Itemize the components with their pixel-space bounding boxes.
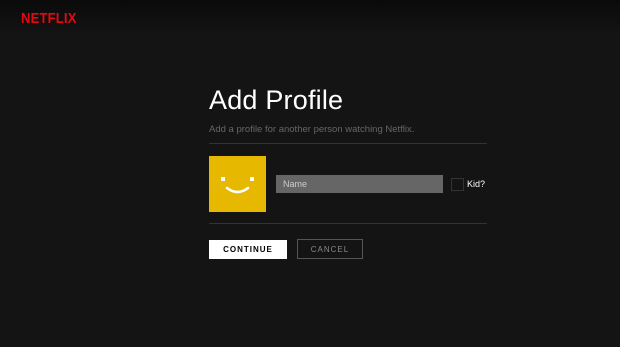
kid-checkbox[interactable]	[451, 177, 464, 191]
netflix-logo[interactable]: NETFLIX	[21, 9, 77, 26]
page-title: Add Profile	[209, 85, 344, 115]
bottom-divider	[209, 223, 487, 224]
profile-avatar[interactable]	[209, 156, 266, 212]
profile-entry: Kid?	[209, 144, 487, 223]
continue-button[interactable]: CONTINUE	[209, 239, 287, 259]
action-buttons: CONTINUE CANCEL	[209, 239, 487, 259]
add-profile-panel: Add Profile Add a profile for another pe…	[209, 84, 487, 259]
kid-option[interactable]: Kid?	[451, 176, 485, 192]
add-profile-page: NETFLIX Add Profile Add a profile for an…	[0, 0, 620, 347]
name-input[interactable]	[276, 175, 443, 193]
smiley-face-icon	[221, 177, 254, 194]
page-subtitle: Add a profile for another person watchin…	[209, 124, 415, 135]
kid-label[interactable]: Kid?	[467, 179, 485, 189]
cancel-button[interactable]: CANCEL	[297, 239, 363, 259]
